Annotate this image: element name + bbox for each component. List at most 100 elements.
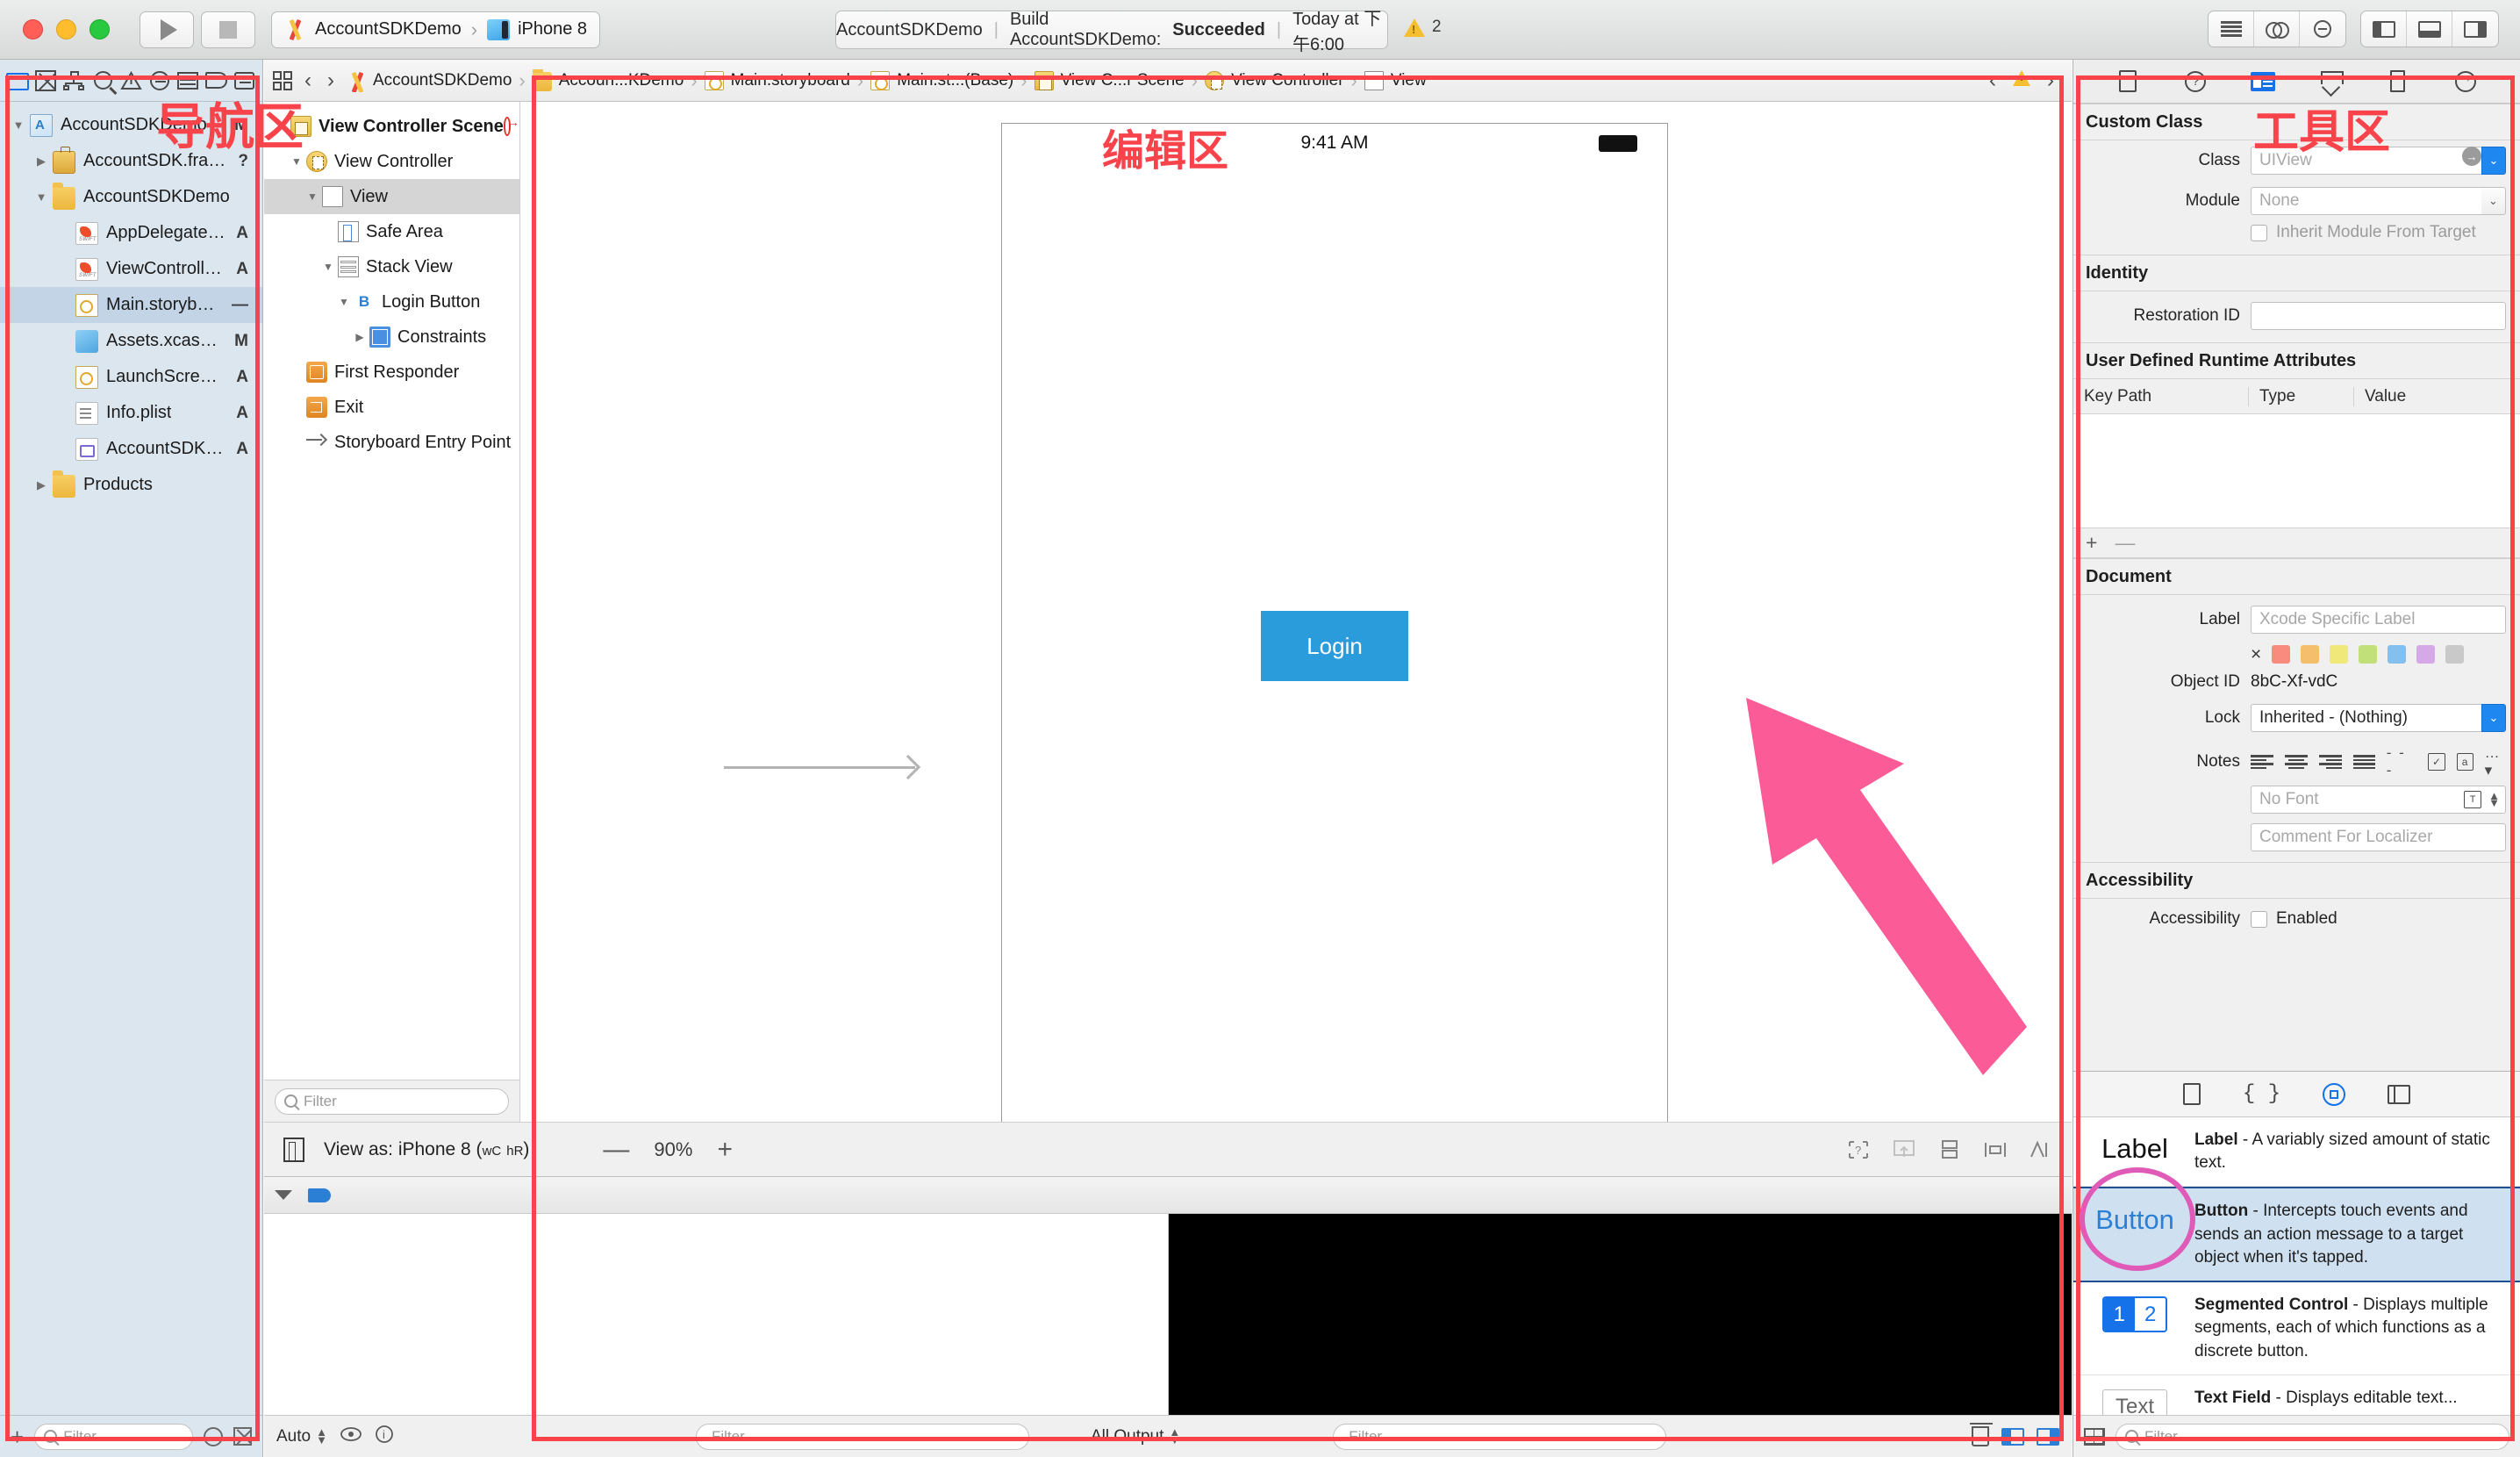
related-items-icon[interactable] [273, 70, 292, 90]
eye-icon[interactable] [340, 1426, 362, 1447]
sidebar-tab-test-navigator[interactable] [146, 63, 174, 98]
assistant-editor-button[interactable] [2254, 11, 2300, 47]
disclosure-triangle-down-icon[interactable]: ▼ [334, 296, 354, 308]
resolve-issues-icon[interactable] [2030, 1139, 2052, 1160]
split-panes-icon[interactable] [2001, 1427, 2024, 1446]
file-tree-row[interactable]: LaunchScreen.storyboard A [0, 359, 262, 395]
inherit-module-checkbox-row[interactable]: Inherit Module From Target [2251, 223, 2476, 242]
align-right-icon[interactable] [2319, 755, 2342, 769]
label-color-swatch[interactable] [2330, 645, 2349, 664]
file-tree-row[interactable]: ▶ AccountSDK.framework? [0, 143, 262, 179]
disclosure-triangle-down-icon[interactable]: ▼ [287, 155, 306, 168]
lock-dropdown-button[interactable]: ⌄ [2481, 704, 2506, 732]
outline-row[interactable]: ▶ Constraints [264, 319, 519, 355]
close-window-button[interactable] [23, 19, 43, 39]
font-field[interactable]: No Font T ▲ ▼ [2251, 786, 2506, 814]
zoom-window-button[interactable] [89, 19, 110, 39]
file-tree-row[interactable]: SWIFT AppDelegate.swift A [0, 215, 262, 251]
lock-value[interactable]: Inherited - (Nothing) [2251, 704, 2481, 732]
breadcrumb-item[interactable]: View [1364, 70, 1427, 90]
outline-row[interactable]: ▼ Stack View [264, 249, 519, 284]
library-item[interactable]: Button Button - Intercepts touch events a… [2073, 1187, 2520, 1283]
module-dropdown-button[interactable]: ⌄ [2481, 187, 2506, 215]
dashes-icon[interactable]: - - - [2387, 744, 2417, 779]
label-color-swatch[interactable] [2272, 645, 2291, 664]
sidebar-tab-symbol-navigator[interactable] [61, 63, 89, 98]
tab-attributes-inspector[interactable] [2313, 67, 2348, 97]
console-only-icon[interactable] [2037, 1427, 2059, 1446]
navigator-filter-input[interactable]: Filter [34, 1423, 193, 1450]
warning-indicator[interactable]: 2 [1404, 18, 1442, 37]
pin-icon[interactable] [1984, 1139, 2007, 1160]
disclosure-triangle-down-icon[interactable]: ▼ [7, 118, 30, 132]
restoration-id-input[interactable] [2251, 302, 2506, 330]
outline-row[interactable]: Safe Area [264, 214, 519, 249]
scheme-selector[interactable]: AccountSDKDemo › iPhone 8 [271, 11, 601, 48]
clear-console-icon[interactable] [1970, 1423, 1993, 1446]
class-dropdown-button[interactable]: ⌄ [2481, 147, 2506, 175]
forward-button[interactable]: › [324, 68, 338, 93]
variables-filter-input[interactable]: Filter [695, 1423, 1029, 1450]
tab-object-library[interactable] [2323, 1082, 2346, 1106]
lock-combo[interactable]: Inherited - (Nothing) ⌄ [2251, 704, 2506, 732]
toggle-inspector-button[interactable] [2452, 11, 2498, 47]
outline-row[interactable]: First Responder [264, 355, 519, 390]
label-color-swatch[interactable] [2301, 645, 2320, 664]
update-frames-icon[interactable]: ? [1847, 1139, 1870, 1160]
outline-row[interactable]: ▼ View Controller [264, 144, 519, 179]
tab-size-inspector[interactable] [2380, 67, 2416, 97]
runtime-attributes-table[interactable] [2073, 414, 2520, 528]
disclosure-triangle-right-icon[interactable]: ▶ [30, 478, 53, 492]
recent-files-filter-icon[interactable] [204, 1426, 223, 1446]
class-combo[interactable]: UIView → ⌄ [2251, 147, 2506, 175]
file-tree-row[interactable]: ▼ AccountSDKDemo M [0, 107, 262, 143]
stop-button[interactable] [201, 11, 255, 48]
remove-attribute-button[interactable]: — [2115, 531, 2135, 555]
clear-color-button[interactable]: × [2251, 645, 2261, 664]
sidebar-tab-project-navigator[interactable] [4, 63, 32, 98]
chevron-down-icon[interactable] [275, 1190, 292, 1200]
tab-file-inspector[interactable] [2110, 67, 2145, 97]
font-size-stepper[interactable]: ▲ ▼ [2488, 790, 2500, 808]
tab-identity-inspector[interactable] [2245, 67, 2280, 97]
activity-status-bar[interactable]: AccountSDKDemo | Build AccountSDKDemo: S… [835, 10, 1388, 54]
outline-row[interactable]: ▼ B Login Button [264, 284, 519, 319]
back-button[interactable]: ‹ [301, 68, 315, 93]
file-tree-row[interactable]: Info.plist A [0, 395, 262, 431]
console-output[interactable] [1168, 1214, 2072, 1415]
breadcrumb-item[interactable]: AccountSDKDemo [347, 71, 512, 90]
tab-quick-help[interactable]: ? [2178, 67, 2213, 97]
text-style-icon[interactable]: ✓ [2428, 753, 2445, 771]
variables-view[interactable] [264, 1214, 1169, 1415]
accessibility-enabled-checkbox[interactable] [2251, 910, 2267, 928]
disclosure-triangle-down-icon[interactable]: ▼ [30, 190, 53, 204]
align-left-icon[interactable] [2251, 755, 2273, 769]
align-icon[interactable] [1938, 1139, 1961, 1160]
output-scope-selector[interactable]: All Output ▲ ▼ [1091, 1426, 1180, 1446]
view-as-icon[interactable] [283, 1137, 304, 1162]
file-tree-row[interactable]: ▶ Products [0, 467, 262, 503]
file-tree-row[interactable]: Assets.xcassets M [0, 323, 262, 359]
outline-row[interactable]: ▼ View [264, 179, 519, 214]
sidebar-tab-issue-navigator[interactable] [117, 63, 145, 98]
breadcrumb-item[interactable]: Main.storyboard [704, 70, 850, 90]
jump-to-definition-icon[interactable]: → [2462, 147, 2481, 166]
file-tree-row[interactable]: AccountSDKDemo.xcdatamodeld A [0, 431, 262, 467]
disclosure-triangle-right-icon[interactable]: ▶ [350, 331, 369, 343]
library-item[interactable]: Label Label - A variably sized amount of … [2073, 1117, 2520, 1188]
tab-code-snippet-library[interactable]: { } [2243, 1082, 2280, 1106]
info-icon[interactable]: i [375, 1425, 394, 1449]
initial-view-controller-icon[interactable] [503, 115, 519, 136]
warning-triangle-icon[interactable] [2012, 69, 2031, 92]
document-label-input[interactable]: Xcode Specific Label [2251, 606, 2506, 634]
next-issue-button[interactable]: › [2044, 68, 2058, 93]
library-object-list[interactable]: Label Label - A variably sized amount of … [2073, 1117, 2520, 1415]
add-attribute-button[interactable]: + [2086, 531, 2097, 555]
view-controller-device-frame[interactable]: 9:41 AM Login [1001, 123, 1668, 1122]
font-picker-icon[interactable]: T [2464, 791, 2482, 808]
outline-row[interactable]: Exit [264, 390, 519, 425]
sidebar-tab-breakpoint-navigator[interactable] [202, 63, 230, 98]
sidebar-tab-debug-navigator[interactable] [174, 63, 202, 98]
font-panel-icon[interactable]: a [2456, 753, 2473, 771]
standard-editor-button[interactable] [2209, 11, 2254, 47]
